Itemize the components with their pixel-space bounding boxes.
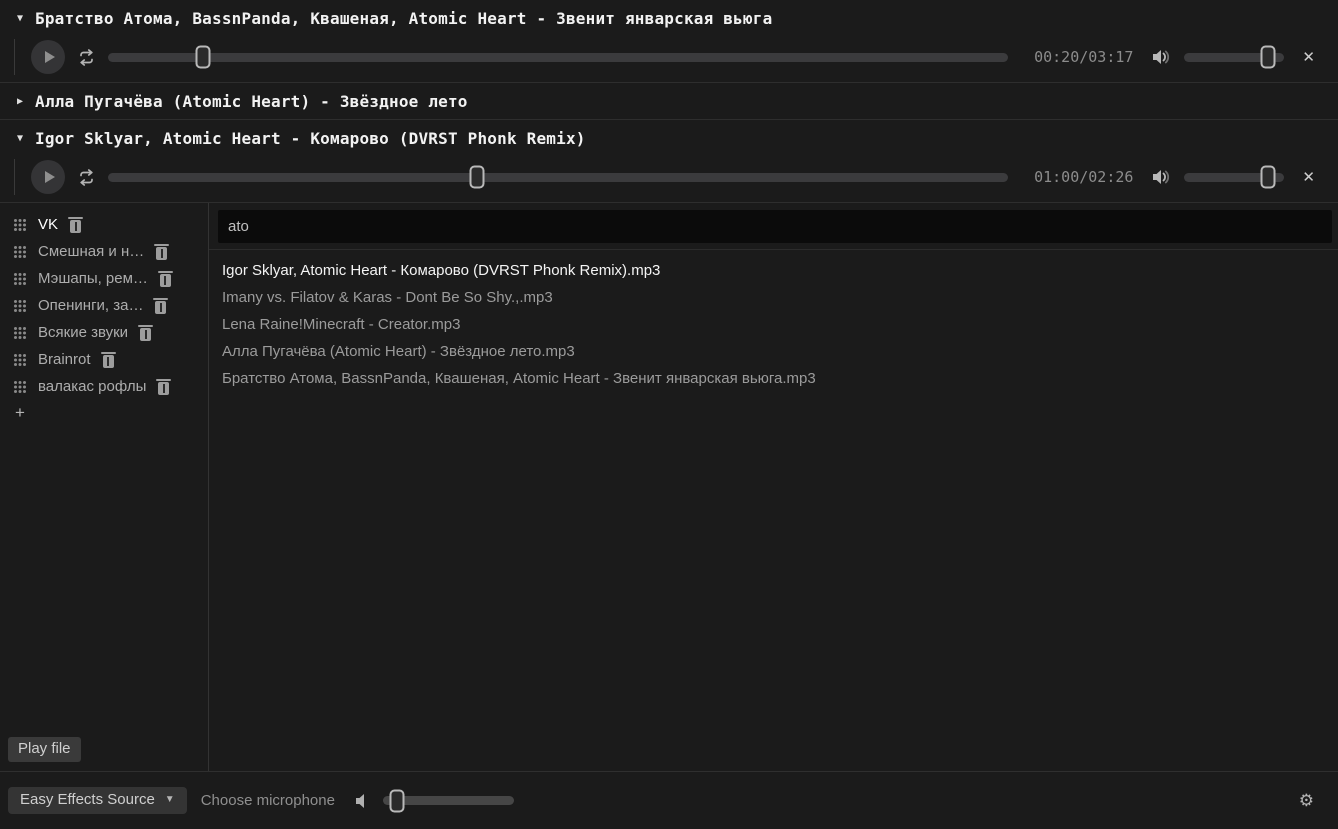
playlist-sidebar: VK Смешная и н… Мэшапы, рем… Опенинги, з… — [0, 203, 209, 771]
drag-handle-icon[interactable] — [13, 380, 26, 393]
seek-slider[interactable] — [108, 53, 1008, 62]
play-icon — [45, 51, 55, 63]
drag-handle-icon[interactable] — [13, 245, 26, 258]
time-display: 01:00/02:26 — [1034, 168, 1133, 186]
trash-icon[interactable] — [70, 220, 81, 233]
player-row-1: ▼ Братство Атома, BassnPanda, Квашеная, … — [0, 0, 1338, 83]
sidebar-tab-brainrot[interactable]: Brainrot — [0, 346, 208, 373]
volume-slider[interactable] — [1184, 53, 1284, 62]
choose-microphone-button[interactable]: Choose microphone — [201, 792, 335, 809]
player-1-controls: 00:20/03:17 ✕ — [0, 36, 1338, 82]
muted-speaker-icon[interactable] — [353, 792, 369, 810]
file-panel: Igor Sklyar, Atomic Heart - Комарово (DV… — [209, 203, 1338, 771]
drag-handle-icon[interactable] — [13, 326, 26, 339]
collapse-icon[interactable]: ▼ — [14, 133, 26, 144]
play-file-button[interactable]: Play file — [8, 737, 81, 762]
repeat-icon[interactable] — [77, 169, 96, 186]
trash-icon[interactable] — [140, 328, 151, 341]
volume-slider[interactable] — [1184, 173, 1284, 182]
player-3-controls: 01:00/02:26 ✕ — [0, 156, 1338, 202]
expand-icon[interactable]: ▶ — [14, 96, 26, 107]
chevron-down-icon: ▼ — [165, 794, 175, 805]
search-input[interactable] — [218, 210, 1332, 243]
file-list-item[interactable]: Алла Пугачёва (Atomic Heart) - Звёздное … — [222, 338, 1338, 365]
drag-handle-icon[interactable] — [13, 272, 26, 285]
indent-guide — [14, 159, 15, 195]
player-row-2: ▶ Алла Пугачёва (Atomic Heart) - Звёздно… — [0, 83, 1338, 120]
seek-slider-handle[interactable] — [470, 166, 485, 189]
drag-handle-icon[interactable] — [13, 299, 26, 312]
bottom-bar: Easy Effects Source ▼ Choose microphone … — [0, 771, 1338, 829]
collapse-icon[interactable]: ▼ — [14, 13, 26, 24]
volume-icon[interactable] — [1151, 168, 1172, 186]
trash-icon[interactable] — [158, 382, 169, 395]
output-device-dropdown[interactable]: Easy Effects Source ▼ — [8, 787, 187, 814]
sidebar-tab-label[interactable]: VK — [38, 216, 58, 233]
trash-icon[interactable] — [160, 274, 171, 287]
play-button[interactable] — [31, 160, 65, 194]
drag-handle-icon[interactable] — [13, 353, 26, 366]
player-1-header: ▼ Братство Атома, BassnPanda, Квашеная, … — [0, 0, 1338, 36]
sidebar-tab-vk[interactable]: VK — [0, 211, 208, 238]
player-3-title: Igor Sklyar, Atomic Heart - Комарово (DV… — [35, 129, 586, 148]
seek-slider-handle[interactable] — [195, 46, 210, 69]
file-list-item[interactable]: Братство Атома, BassnPanda, Квашеная, At… — [222, 365, 1338, 392]
player-3-header: ▼ Igor Sklyar, Atomic Heart - Комарово (… — [0, 120, 1338, 156]
volume-icon[interactable] — [1151, 48, 1172, 66]
add-tab-button[interactable]: + — [0, 400, 208, 422]
player-row-3: ▼ Igor Sklyar, Atomic Heart - Комарово (… — [0, 120, 1338, 203]
file-list-item[interactable]: Igor Sklyar, Atomic Heart - Комарово (DV… — [222, 257, 1338, 284]
content-area: VK Смешная и н… Мэшапы, рем… Опенинги, з… — [0, 203, 1338, 771]
sidebar-tab-label[interactable]: Мэшапы, рем… — [38, 270, 148, 287]
sidebar-tab-mashups[interactable]: Мэшапы, рем… — [0, 265, 208, 292]
drag-handle-icon[interactable] — [13, 218, 26, 231]
volume-slider-handle[interactable] — [1261, 166, 1276, 189]
play-button[interactable] — [31, 40, 65, 74]
volume-slider-handle[interactable] — [1261, 46, 1276, 69]
microphone-volume-slider[interactable] — [383, 796, 514, 805]
seek-slider[interactable] — [108, 173, 1008, 182]
sidebar-tab-label[interactable]: Смешная и н… — [38, 243, 144, 260]
output-device-label: Easy Effects Source — [20, 791, 155, 808]
indent-guide — [14, 39, 15, 75]
sidebar-tab-label[interactable]: Brainrot — [38, 351, 91, 368]
close-icon[interactable]: ✕ — [1300, 168, 1317, 186]
time-display: 00:20/03:17 — [1034, 48, 1133, 66]
repeat-icon[interactable] — [77, 49, 96, 66]
file-list-item[interactable]: Imany vs. Filatov & Karas - Dont Be So S… — [222, 284, 1338, 311]
microphone-volume-handle[interactable] — [390, 789, 405, 812]
close-icon[interactable]: ✕ — [1300, 48, 1317, 66]
play-icon — [45, 171, 55, 183]
sidebar-tab-label[interactable]: валакас рофлы — [38, 378, 146, 395]
player-2-header: ▶ Алла Пугачёва (Atomic Heart) - Звёздно… — [0, 83, 1338, 119]
trash-icon[interactable] — [103, 355, 114, 368]
gear-icon[interactable]: ⚙ — [1299, 791, 1314, 811]
sidebar-tab-label[interactable]: Всякие звуки — [38, 324, 128, 341]
file-list: Igor Sklyar, Atomic Heart - Комарово (DV… — [209, 250, 1338, 392]
player-2-title: Алла Пугачёва (Atomic Heart) - Звёздное … — [35, 92, 468, 111]
sidebar-tab-openings[interactable]: Опенинги, за… — [0, 292, 208, 319]
sidebar-tab-label[interactable]: Опенинги, за… — [38, 297, 143, 314]
player-1-title: Братство Атома, BassnPanda, Квашеная, At… — [35, 9, 772, 28]
search-container — [209, 203, 1338, 250]
sidebar-tab-sounds[interactable]: Всякие звуки — [0, 319, 208, 346]
file-list-item[interactable]: Lena Raine!Minecraft - Creator.mp3 — [222, 311, 1338, 338]
sidebar-tab-smeshnaya[interactable]: Смешная и н… — [0, 238, 208, 265]
trash-icon[interactable] — [155, 301, 166, 314]
sidebar-tab-valakas[interactable]: валакас рофлы — [0, 373, 208, 400]
trash-icon[interactable] — [156, 247, 167, 260]
